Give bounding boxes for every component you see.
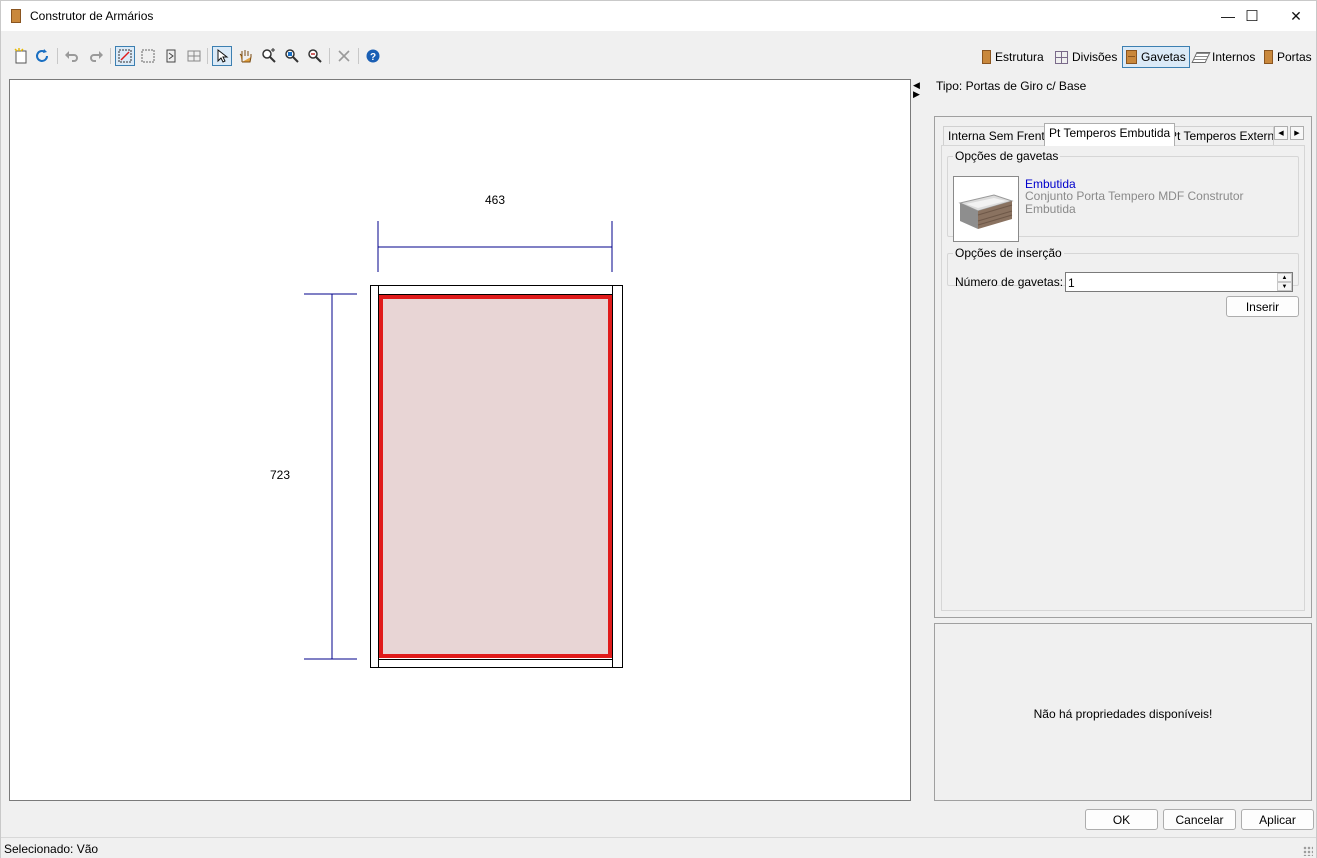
title-bar: Construtor de Armários — ☐ ✕	[1, 1, 1316, 31]
cancel-button[interactable]: Cancelar	[1163, 809, 1236, 830]
zoom-fit-icon[interactable]	[282, 46, 302, 66]
drawer-icon	[1126, 50, 1137, 64]
drawer-image	[958, 194, 1014, 229]
mode-divisoes-label: Divisões	[1072, 50, 1118, 64]
toolbar-separator	[207, 48, 208, 64]
spin-down-icon[interactable]: ▼	[1277, 282, 1292, 291]
tab-scroll-right-icon[interactable]: ▶	[1290, 126, 1304, 140]
drawer-type-tabs: Interna Sem Frente Pt Temperos Embutida …	[934, 116, 1312, 618]
window-title: Construtor de Armários	[30, 9, 154, 23]
properties-panel: Não há propriedades disponíveis!	[934, 623, 1312, 801]
toolbar: ? Estrutura Divisões Gavetas Internos Po…	[1, 43, 1316, 71]
close-button[interactable]: ✕	[1273, 1, 1317, 31]
grid-icon	[1055, 50, 1068, 64]
panel-splitter[interactable]: ◀ ▶	[913, 81, 923, 99]
undo-icon[interactable]	[62, 46, 82, 66]
mode-portas-button[interactable]: Portas	[1261, 46, 1315, 68]
drawer-count-stepper[interactable]: ▲ ▼	[1277, 273, 1292, 291]
drawer-options-legend: Opções de gavetas	[955, 149, 1059, 163]
cabinet-builder-window: Construtor de Armários — ☐ ✕ ? Estrutura…	[0, 0, 1317, 858]
maximize-button[interactable]: ☐	[1229, 1, 1275, 31]
tab-scroll-left-icon[interactable]: ◀	[1274, 126, 1288, 140]
mode-estrutura-label: Estrutura	[995, 50, 1044, 64]
app-icon	[11, 9, 21, 23]
help-icon[interactable]: ?	[363, 46, 383, 66]
mode-divisoes-button[interactable]: Divisões	[1052, 46, 1120, 68]
zoom-in-icon[interactable]	[259, 46, 279, 66]
select-area-icon[interactable]	[115, 46, 135, 66]
mode-portas-label: Portas	[1277, 50, 1312, 64]
insert-options-legend: Opções de inserção	[955, 246, 1062, 260]
delete-icon[interactable]	[334, 46, 354, 66]
drawer-count-label: Número de gavetas:	[955, 275, 1064, 289]
selection-status: Selecionado: Vão	[4, 842, 99, 856]
width-dimension-label: 463	[485, 193, 505, 207]
refresh-icon[interactable]	[33, 46, 53, 66]
mode-gavetas-label: Gavetas	[1141, 50, 1186, 64]
insert-options-group: Opções de inserção Número de gavetas: ▲ …	[947, 246, 1299, 292]
zoom-out-icon[interactable]	[305, 46, 325, 66]
drawer-options-group: Opções de gavetas Embutida Conjunto Port…	[947, 149, 1299, 242]
door-icon	[1264, 50, 1273, 64]
new-icon[interactable]	[11, 46, 31, 66]
height-dimension-label: 723	[270, 468, 290, 482]
spin-up-icon[interactable]: ▲	[1277, 273, 1292, 282]
redo-icon[interactable]	[86, 46, 106, 66]
drawer-thumbnail[interactable]	[953, 176, 1019, 242]
drawer-count-input[interactable]	[1065, 272, 1293, 292]
mode-internos-button[interactable]: Internos	[1191, 46, 1258, 68]
cabinet-drawing: 463 723	[270, 193, 623, 668]
apply-button[interactable]: Aplicar	[1241, 809, 1314, 830]
door-outline-icon[interactable]	[161, 46, 181, 66]
tab-pt-temperos-embutida[interactable]: Pt Temperos Embutida	[1044, 123, 1176, 146]
mode-gavetas-button[interactable]: Gavetas	[1122, 46, 1190, 68]
mode-estrutura-button[interactable]: Estrutura	[979, 46, 1047, 68]
toolbar-separator	[358, 48, 359, 64]
insert-button[interactable]: Inserir	[1226, 296, 1299, 317]
resize-grip-icon[interactable]	[1303, 846, 1313, 856]
mode-internos-label: Internos	[1212, 50, 1256, 64]
tab-interna-sem-frente[interactable]: Interna Sem Frente	[943, 126, 1057, 145]
pointer-icon[interactable]	[212, 46, 232, 66]
selected-space[interactable]	[379, 295, 612, 658]
no-properties-message: Não há propriedades disponíveis!	[1033, 707, 1213, 721]
toolbar-separator	[110, 48, 111, 64]
grid-icon[interactable]	[184, 46, 204, 66]
dashed-rect-icon[interactable]	[138, 46, 158, 66]
toolbar-separator	[57, 48, 58, 64]
pan-hand-icon[interactable]	[236, 46, 256, 66]
drawer-option-description: Conjunto Porta Tempero MDF Construtor Em…	[1025, 189, 1244, 216]
svg-text:?: ?	[370, 52, 376, 63]
tab-pt-temperos-externa[interactable]: Pt Temperos Externa	[1164, 126, 1274, 145]
door-icon	[982, 50, 991, 64]
ok-button[interactable]: OK	[1085, 809, 1158, 830]
internals-icon	[1191, 51, 1211, 63]
status-bar: Selecionado: Vão	[1, 837, 1316, 858]
cabinet-type-label: Tipo: Portas de Giro c/ Base	[936, 79, 1087, 93]
tab-page: Opções de gavetas Embutida Conjunto Port…	[941, 145, 1305, 611]
toolbar-separator	[329, 48, 330, 64]
drawing-canvas[interactable]: 463 723	[9, 79, 911, 801]
expand-right-icon[interactable]: ▶	[913, 90, 923, 99]
